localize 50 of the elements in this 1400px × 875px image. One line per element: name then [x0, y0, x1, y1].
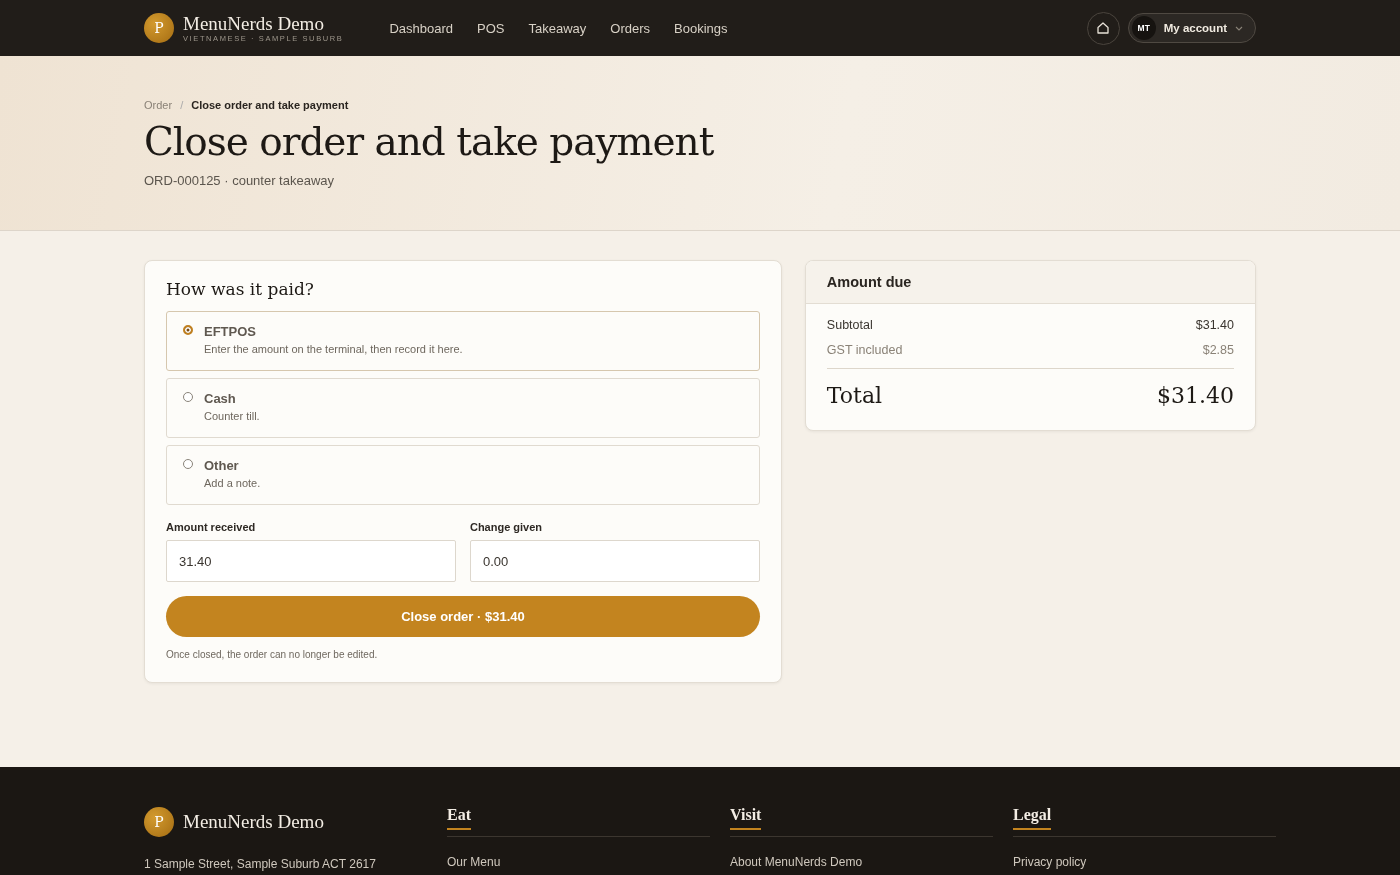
field-label: Change given: [469, 521, 544, 533]
option-description: Add a note.: [204, 477, 261, 489]
input-field[interactable]: 0.00: [469, 540, 760, 582]
avatar: MT: [1131, 16, 1156, 40]
payment-option[interactable]: EFTPOS Enter the amount on the terminal, then record it here.: [166, 311, 760, 371]
footer-heading: Legal: [1013, 806, 1052, 830]
breadcrumb-separator: /: [180, 99, 184, 111]
logo-badge: P: [144, 807, 174, 837]
radio-button[interactable]: [183, 325, 193, 335]
card-heading: Amount due: [826, 274, 912, 290]
payment-option[interactable]: Other Add a note.: [166, 445, 760, 505]
option-label: EFTPOS: [204, 324, 257, 339]
option-description: Enter the amount on the terminal, then record it here.: [204, 343, 463, 355]
help-text: Once closed, the order can no longer be edited.: [166, 649, 379, 660]
radio-button[interactable]: [183, 459, 193, 469]
total-label: Total: [826, 383, 883, 408]
radio-button[interactable]: [183, 392, 193, 402]
footer-link[interactable]: Our Menu: [447, 855, 710, 869]
page-title: Close order and take payment: [144, 119, 715, 164]
logo-badge: P: [144, 13, 174, 43]
nav-link[interactable]: POS: [477, 20, 505, 36]
footer-heading: Eat: [447, 806, 471, 830]
line-label: GST included: [826, 343, 903, 357]
address: 1 Sample Street, Sample Suburb ACT 2617: [144, 857, 377, 871]
line-amount: $2.85: [1202, 343, 1234, 357]
brand-name: MenuNerds Demo: [183, 811, 324, 833]
option-label: Cash: [204, 391, 237, 406]
total-amount: $31.40: [1157, 383, 1234, 408]
brand-name: MenuNerds Demo: [183, 13, 325, 34]
nav-link[interactable]: Dashboard: [389, 20, 453, 36]
field-label: Amount received: [166, 521, 257, 533]
account-menu-button[interactable]: MT My account: [1127, 13, 1256, 43]
option-description: Counter till.: [204, 410, 260, 422]
chevron-down-icon: [1235, 25, 1243, 31]
input-field[interactable]: 31.40: [166, 540, 456, 582]
option-label: Other: [204, 458, 240, 473]
footer-heading: Visit: [730, 806, 762, 830]
account-label: My account: [1163, 22, 1227, 34]
footer-link[interactable]: Privacy policy: [1013, 855, 1276, 869]
home-icon: [1096, 21, 1111, 35]
breadcrumb-link[interactable]: Close order and take payment: [191, 99, 349, 111]
line-amount: $31.40: [1195, 318, 1234, 332]
footer-link[interactable]: About MenuNerds Demo: [730, 855, 993, 869]
line-label: Subtotal: [826, 318, 873, 332]
payment-option[interactable]: Cash Counter till.: [166, 378, 760, 438]
nav-link[interactable]: Takeaway: [528, 20, 587, 36]
nav-link[interactable]: Bookings: [674, 20, 728, 36]
nav-link[interactable]: Orders: [610, 20, 650, 36]
order-reference: ORD-000125 · counter takeaway: [144, 173, 336, 188]
card-heading: How was it paid?: [166, 279, 315, 299]
